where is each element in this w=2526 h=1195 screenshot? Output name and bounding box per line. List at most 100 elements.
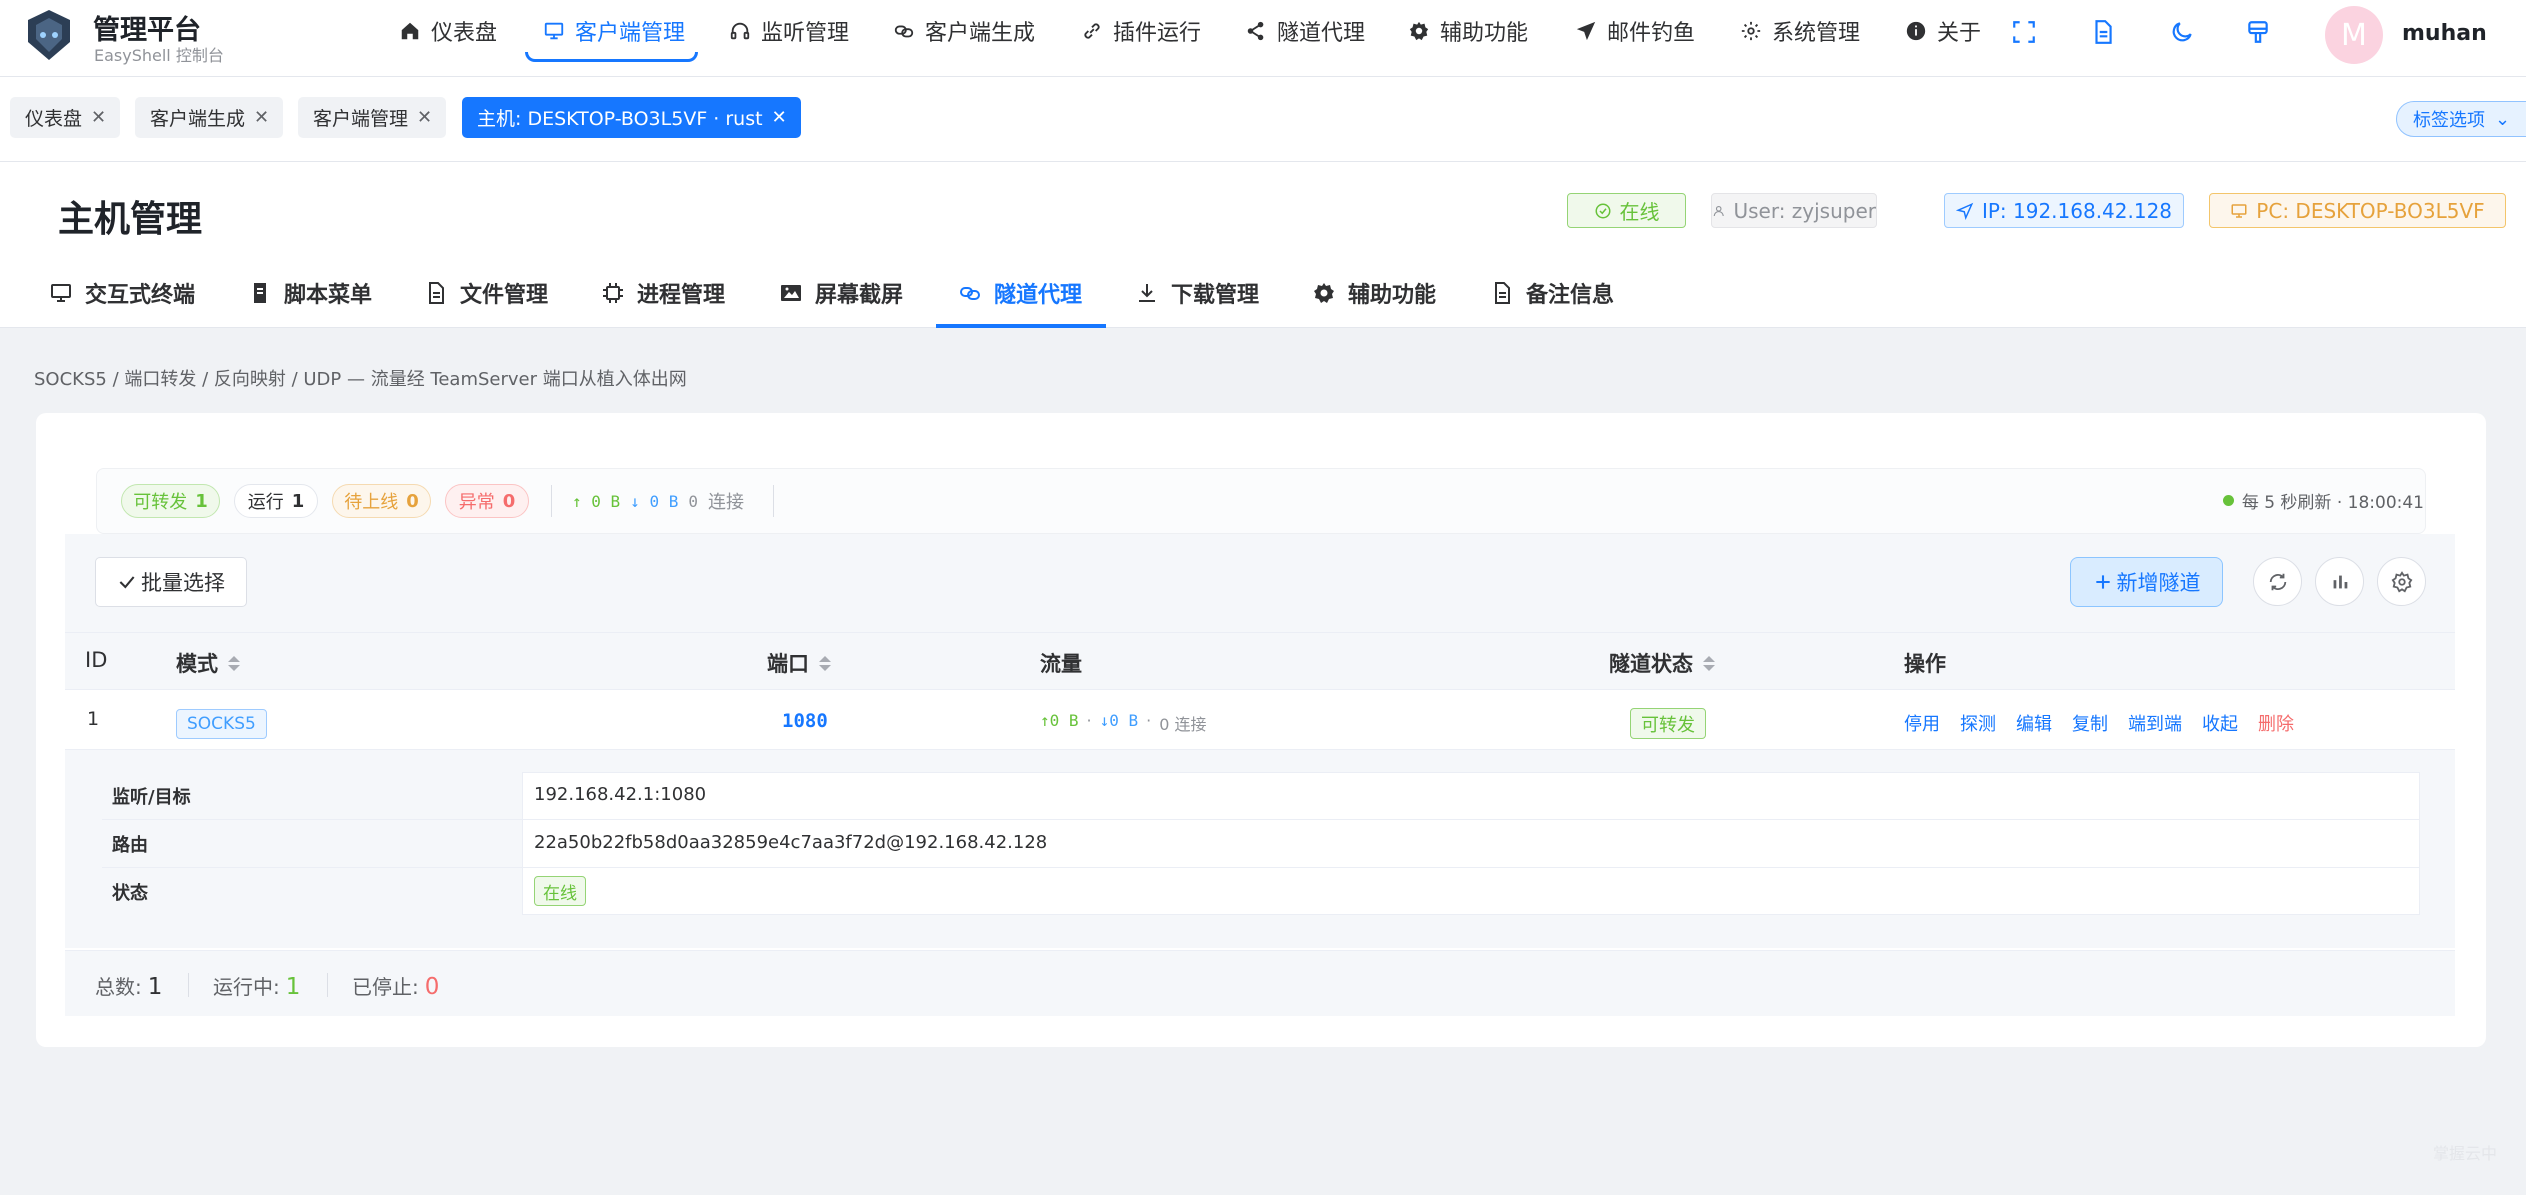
disable-link[interactable]: 停用 — [1904, 710, 1940, 736]
tab-terminal[interactable]: 交互式终端 — [49, 277, 195, 309]
file-icon — [429, 282, 444, 304]
nav-auxiliary[interactable]: 辅助功能 — [1408, 0, 1528, 62]
pill-value: 1 — [291, 490, 305, 512]
nav-label: 插件运行 — [1113, 21, 1202, 46]
document-icon[interactable] — [2090, 19, 2116, 45]
nav-label: 客户端生成 — [925, 21, 1036, 46]
sort-icon[interactable] — [228, 655, 240, 671]
refresh-icon — [2269, 573, 2286, 590]
collapse-link[interactable]: 收起 — [2202, 710, 2238, 736]
theme-icon[interactable] — [2245, 19, 2271, 45]
summary-label: 总数: — [95, 975, 142, 999]
tag-options-button[interactable]: 标签选项 ⌄ — [2396, 101, 2526, 137]
tab-process-management[interactable]: 进程管理 — [601, 277, 725, 309]
tab-file-management[interactable]: 文件管理 — [424, 277, 548, 309]
live-dot-icon — [2222, 495, 2234, 506]
table-header — [65, 632, 2455, 690]
tag-host[interactable]: 主机: DESKTOP-BO3L5VF · rust ✕ — [462, 97, 801, 138]
dark-mode-icon[interactable] — [2169, 19, 2195, 45]
tab-label: 屏幕截屏 — [815, 283, 904, 308]
close-icon[interactable]: ✕ — [91, 107, 106, 128]
traffic-down: ↓0 B — [1099, 711, 1139, 730]
info-icon — [1906, 21, 1926, 41]
summary-value: 0 — [424, 974, 440, 1000]
check-icon — [119, 576, 135, 589]
ip-badge-label: IP: 192.168.42.128 — [1981, 198, 2173, 223]
stats-button[interactable] — [2315, 557, 2364, 606]
nav-system-management[interactable]: 系统管理 — [1740, 0, 1860, 62]
brand-subtitle: EasyShell 控制台 — [94, 46, 224, 65]
connection-label: 连接 — [707, 492, 744, 513]
pill-value: 0 — [406, 490, 419, 512]
nav-listener-management[interactable]: 监听管理 — [729, 0, 849, 62]
nav-mail-phishing[interactable]: 邮件钓鱼 — [1575, 0, 1695, 62]
probe-link[interactable]: 探测 — [1960, 710, 1996, 736]
edit-link[interactable]: 编辑 — [2016, 710, 2052, 736]
nav-client-generate[interactable]: 客户端生成 — [893, 0, 1035, 62]
column-header-mode[interactable]: 模式 — [176, 648, 240, 678]
tag-dashboard[interactable]: 仪表盘 ✕ — [10, 97, 121, 138]
delete-link[interactable]: 删除 — [2258, 710, 2294, 736]
logo-icon — [24, 8, 74, 62]
sort-icon[interactable] — [1703, 655, 1715, 671]
cell-traffic: ↑0 B · ↓0 B · 0 连接 — [1040, 711, 1207, 734]
mode-tag: SOCKS5 — [176, 709, 267, 739]
tab-label: 下载管理 — [1171, 283, 1260, 308]
nav-about[interactable]: 关于 — [1905, 0, 1981, 62]
end-to-end-link[interactable]: 端到端 — [2128, 710, 2182, 736]
tab-label: 辅助功能 — [1348, 283, 1437, 308]
nav-plugin-run[interactable]: 插件运行 — [1081, 0, 1201, 62]
detail-key: 状态 — [102, 868, 523, 915]
nav-label: 邮件钓鱼 — [1607, 21, 1696, 46]
page-title: 主机管理 — [58, 199, 203, 240]
close-icon[interactable]: ✕ — [254, 107, 269, 128]
tab-tunnel-proxy[interactable]: 隧道代理 — [958, 277, 1082, 309]
monitor-icon — [51, 284, 71, 302]
running-count: 运行 1 — [234, 484, 318, 518]
cpu-icon — [603, 283, 623, 303]
nav-label: 监听管理 — [761, 21, 850, 46]
column-header-label: 端口 — [767, 652, 809, 676]
tab-auxiliary[interactable]: 辅助功能 — [1312, 277, 1436, 309]
copy-link[interactable]: 复制 — [2072, 710, 2108, 736]
column-header-port[interactable]: 端口 — [767, 648, 831, 678]
detail-key: 监听/目标 — [102, 772, 523, 819]
nav-label: 隧道代理 — [1277, 21, 1366, 46]
tab-notes[interactable]: 备注信息 — [1490, 277, 1614, 309]
ip-badge: IP: 192.168.42.128 — [1944, 193, 2184, 228]
tab-label: 交互式终端 — [85, 283, 196, 308]
fullscreen-icon[interactable] — [2011, 19, 2037, 45]
column-settings-button[interactable] — [2377, 557, 2426, 606]
batch-select-button[interactable]: 批量选择 — [95, 557, 247, 607]
close-icon[interactable]: ✕ — [772, 107, 787, 128]
error-count: 异常 0 — [445, 484, 529, 518]
tab-screenshot[interactable]: 屏幕截屏 — [779, 277, 903, 309]
tag-client-generate[interactable]: 客户端生成 ✕ — [135, 97, 284, 138]
summary-label: 已停止: — [352, 975, 419, 999]
settings-icon — [1741, 21, 1761, 41]
download-icon — [1139, 284, 1155, 302]
column-header-status[interactable]: 隧道状态 — [1609, 648, 1715, 678]
refresh-button[interactable] — [2253, 557, 2302, 606]
username[interactable]: muhan — [2402, 21, 2487, 46]
pc-badge-label: PC: DESKTOP-BO3L5VF — [2256, 198, 2485, 223]
nav-dashboard[interactable]: 仪表盘 — [399, 0, 497, 62]
sort-icon[interactable] — [819, 655, 831, 671]
connection-count: 0 — [688, 491, 698, 511]
chevron-down-icon: ⌄ — [2495, 108, 2511, 130]
summary-value: 1 — [285, 974, 301, 1000]
divider — [327, 973, 328, 997]
tab-active-indicator — [936, 324, 1106, 328]
avatar[interactable]: M — [2325, 6, 2383, 64]
nav-tunnel-proxy[interactable]: 隧道代理 — [1245, 0, 1365, 62]
plus-icon — [2095, 575, 2110, 589]
stopped-summary: 已停止: 0 — [352, 971, 439, 1000]
add-tunnel-button[interactable]: 新增隧道 — [2070, 557, 2223, 607]
tag-label: 主机: DESKTOP-BO3L5VF · rust — [477, 108, 763, 130]
cell-port: 1080 — [782, 710, 828, 732]
tab-label: 进程管理 — [637, 283, 726, 308]
tag-client-management[interactable]: 客户端管理 ✕ — [298, 97, 447, 138]
tab-script-menu[interactable]: 脚本菜单 — [248, 277, 372, 309]
tab-download-management[interactable]: 下载管理 — [1135, 277, 1259, 309]
close-icon[interactable]: ✕ — [417, 107, 432, 128]
